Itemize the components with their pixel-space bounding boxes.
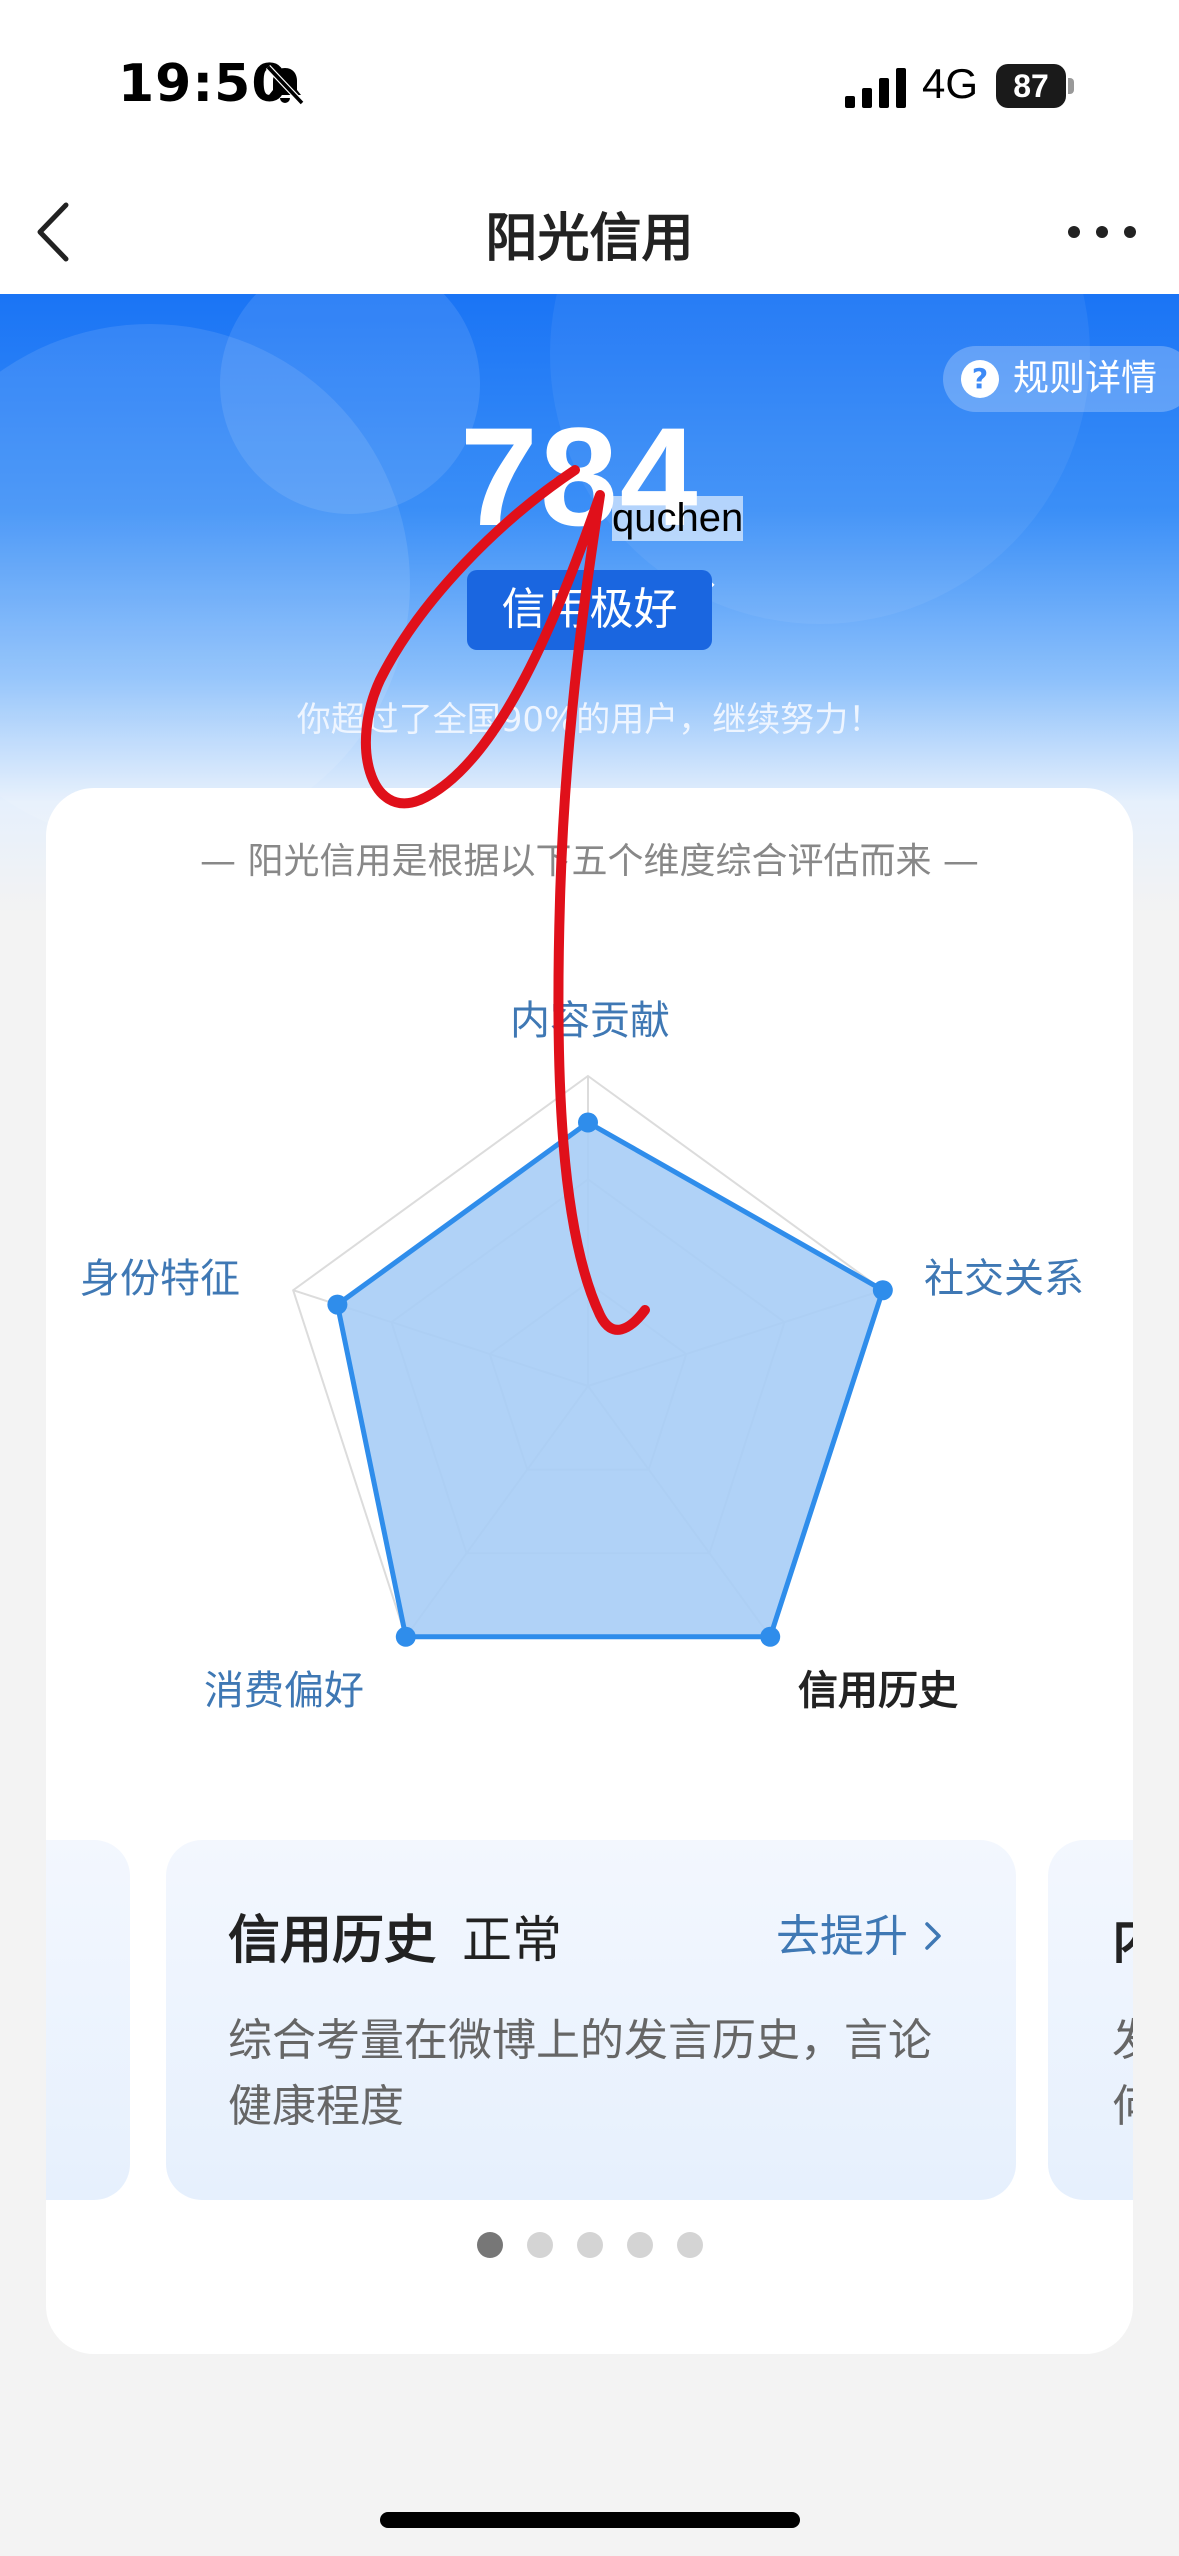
battery-cap bbox=[1068, 78, 1074, 94]
more-icon[interactable] bbox=[1062, 212, 1142, 252]
radar-label-content: 内容贡献 bbox=[510, 998, 670, 1044]
radar-point bbox=[578, 1112, 598, 1133]
next-card-description: 发何 bbox=[1112, 2008, 1133, 2140]
dimension-description: 综合考量在微博上的发言历史，言论健康程度 bbox=[228, 2015, 932, 2132]
dimension-name: 信用历史 bbox=[228, 1911, 437, 1971]
bell-muted-icon bbox=[265, 64, 305, 106]
pagination-dot[interactable] bbox=[476, 2232, 503, 2258]
dimension-carousel[interactable]: 信用历史 正常 去提升 综合考量在微博上的发言历史，言论健康程度 内 发何 bbox=[46, 1840, 1133, 2200]
dimension-card-prev[interactable] bbox=[46, 1840, 130, 2200]
ranking-text: 你超过了全国90%的用户，继续努力！ bbox=[296, 700, 883, 740]
radar-label-identity: 身份特征 bbox=[80, 1256, 240, 1302]
pagination-dots bbox=[46, 2232, 1133, 2262]
next-card-title: 内 bbox=[1112, 1898, 1133, 1973]
radar-label-consumption: 消费偏好 bbox=[204, 1668, 364, 1714]
help-icon: ? bbox=[961, 360, 999, 398]
rules-detail-button[interactable]: ? 规则详情 bbox=[943, 346, 1179, 412]
page-title: 阳光信用 bbox=[485, 209, 694, 269]
radar-point bbox=[395, 1626, 416, 1647]
nav-bar: 阳光信用 bbox=[0, 170, 1179, 294]
pagination-dot[interactable] bbox=[626, 2232, 653, 2258]
improve-link-label: 去提升 bbox=[776, 1911, 908, 1962]
pagination-dot[interactable] bbox=[576, 2232, 603, 2258]
chevron-right-icon bbox=[925, 1922, 941, 1950]
battery-icon: 87 bbox=[996, 64, 1074, 108]
pagination-dot[interactable] bbox=[676, 2232, 703, 2258]
network-label: 4G bbox=[922, 60, 979, 107]
radar-label-credit-history: 信用历史 bbox=[798, 1668, 958, 1714]
credit-level-badge: 信用极好 bbox=[467, 570, 712, 650]
signal-icon bbox=[845, 68, 906, 108]
rules-detail-label: 规则详情 bbox=[1013, 358, 1158, 399]
status-bar: 19:50 4G 87 bbox=[0, 0, 1179, 170]
radar-point bbox=[327, 1294, 348, 1315]
dimension-status: 正常 bbox=[462, 1911, 562, 1969]
radar-point bbox=[760, 1626, 781, 1647]
radar-label-social: 社交关系 bbox=[924, 1256, 1084, 1302]
dimension-card[interactable]: 信用历史 正常 去提升 综合考量在微博上的发言历史，言论健康程度 bbox=[166, 1840, 1016, 2200]
radar-point bbox=[872, 1280, 893, 1301]
credit-dimensions-card: — 阳光信用是根据以下五个维度综合评估而来 — 内容贡献 社交关系 信用历史 消… bbox=[46, 788, 1133, 2354]
battery-level: 87 bbox=[996, 64, 1066, 108]
pagination-dot[interactable] bbox=[526, 2232, 553, 2258]
annotation-text: quchen bbox=[612, 496, 744, 541]
improve-link[interactable]: 去提升 bbox=[776, 1900, 944, 1964]
dimension-card-next[interactable]: 内 发何 bbox=[1048, 1840, 1133, 2200]
home-indicator[interactable] bbox=[380, 2512, 800, 2528]
